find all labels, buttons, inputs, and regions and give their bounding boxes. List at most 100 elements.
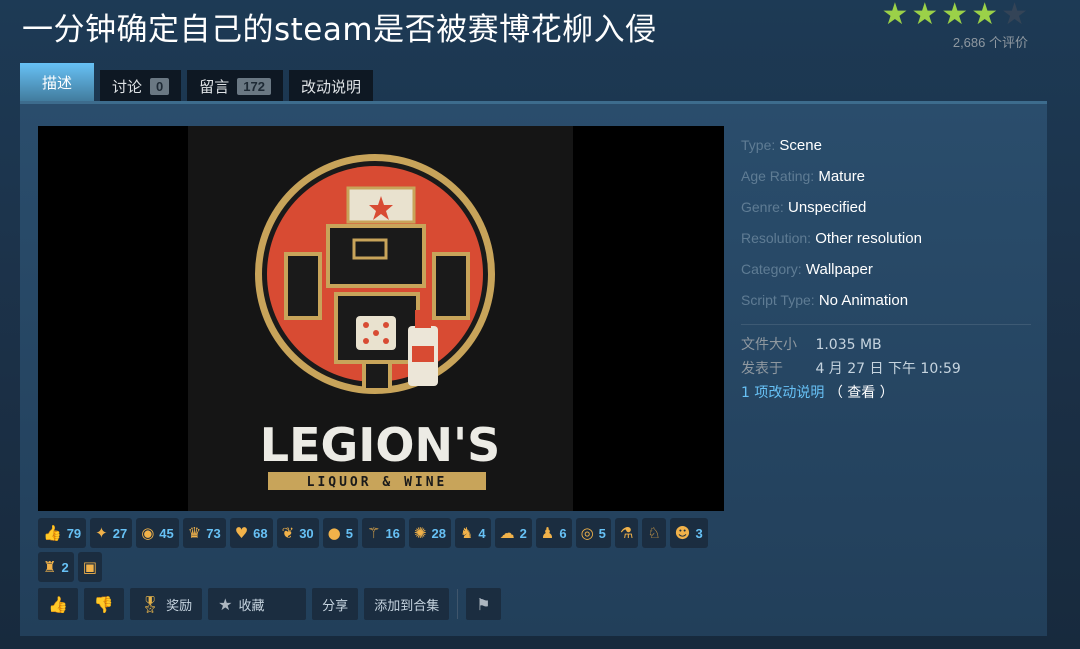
- detail-genre: Genre: Unspecified: [741, 199, 867, 216]
- award-count: 73: [206, 525, 221, 541]
- thumbs-icon: 👍: [43, 524, 62, 542]
- fish-icon: ◉: [141, 524, 155, 542]
- tab-label: 改动说明: [300, 77, 361, 96]
- awards-bar: 👍 79 ✦ 27 ◉ 45 ♛ 73 ♥ 68 ❦ 30 ● 5 ⚚ 16 ✺ 28 ♞ 4 ☁ 2 ♟ 6 ◎ 5 ⚗ ♘ ☻ 3 ♜ 2…: [38, 518, 728, 582]
- logo-subtitle: LIQUOR & WINE: [307, 475, 448, 490]
- change-notes-row: 1 项改动说明 （ 查看 ）: [741, 381, 1031, 405]
- potion-icon: ⚗: [619, 524, 634, 542]
- cat-icon: ♞: [459, 524, 474, 542]
- award-count: 2: [61, 559, 69, 575]
- award-item[interactable]: ◉ 45: [136, 518, 179, 548]
- view-link[interactable]: （ 查看 ）: [829, 385, 894, 401]
- award-count: 6: [559, 525, 567, 541]
- legion-logo-image: LEGION'S LIQUOR & WINE: [255, 154, 500, 490]
- share-button[interactable]: 分享: [312, 588, 359, 620]
- add-to-collection-button[interactable]: 添加到合集: [364, 588, 450, 620]
- fox-icon: ♘: [647, 524, 661, 542]
- cookie-icon: ●: [327, 524, 341, 542]
- logo-title: LEGION'S: [260, 418, 500, 472]
- gift-icon: ▣: [82, 558, 97, 576]
- award-item[interactable]: ♞ 4: [454, 518, 491, 548]
- award-count: 30: [299, 525, 314, 541]
- award-item[interactable]: ✦ 27: [90, 518, 133, 548]
- details-panel: Type: Scene Age Rating: Mature Genre: Un…: [741, 130, 1031, 405]
- posted-row: 发表于 4 月 27 日 下午 10:59: [741, 361, 961, 377]
- award-item[interactable]: ♛ 73: [182, 518, 226, 548]
- detail-category: Category: Wallpaper: [741, 261, 873, 278]
- rooster-icon: ♜: [43, 558, 57, 576]
- award-item[interactable]: ♟ 6: [535, 518, 572, 548]
- eye-icon: ◎: [580, 524, 594, 542]
- thumbs-down-icon: 👎: [93, 594, 114, 614]
- award-item[interactable]: ⚚ 16: [361, 518, 405, 548]
- star-icon: ★: [881, 0, 909, 32]
- flag-icon: ⚑: [476, 594, 491, 614]
- collection-label: 添加到合集: [374, 598, 440, 614]
- tab-label: 留言: [199, 77, 230, 96]
- count-badge: 0: [150, 77, 170, 95]
- favorite-button[interactable]: ★ 收藏: [208, 588, 307, 620]
- preview-image[interactable]: LEGION'S LIQUOR & WINE: [38, 126, 724, 511]
- award-item[interactable]: ⚗: [614, 518, 639, 548]
- award-count: 16: [385, 525, 400, 541]
- lips-icon: ❦: [281, 524, 295, 542]
- award-item[interactable]: ☻ 3: [669, 518, 708, 548]
- award-count: 68: [253, 525, 268, 541]
- tab-comments[interactable]: 留言 172: [187, 70, 283, 102]
- star-icon: ★: [971, 0, 999, 32]
- star-icon: ★: [911, 0, 939, 32]
- award-count: 2: [519, 525, 527, 541]
- award-item[interactable]: ✺ 28: [408, 518, 451, 548]
- wings-icon: ✦: [95, 524, 108, 542]
- detail-type: Type: Scene: [741, 137, 822, 154]
- award-count: 4: [478, 525, 486, 541]
- file-size-row: 文件大小 1.035 MB: [741, 337, 882, 353]
- brain-icon: ☁: [499, 524, 515, 542]
- page-title: 一分钟确定自己的steam是否被赛博花柳入侵: [22, 12, 657, 48]
- award-item[interactable]: ♥ 68: [229, 518, 273, 548]
- rating-stars: ★ ★ ★ ★ ★: [881, 0, 1028, 30]
- tab-discussions[interactable]: 讨论 0: [100, 70, 182, 102]
- award-item[interactable]: ◎ 5: [575, 518, 611, 548]
- tab-description[interactable]: 描述: [20, 63, 95, 102]
- main-panel: LEGION'S LIQUOR & WINE Type: Scene Age R…: [20, 101, 1047, 636]
- award-item[interactable]: ☁ 2: [494, 518, 532, 548]
- award-ribbon-icon: 🎖: [139, 594, 161, 614]
- rating-block: ★ ★ ★ ★ ★ 2,686 个评价: [881, 0, 1028, 51]
- award-item[interactable]: 👍 79: [38, 518, 87, 548]
- award-item[interactable]: ● 5: [322, 518, 358, 548]
- award-button[interactable]: 🎖 奖励: [129, 588, 203, 620]
- tab-change-notes[interactable]: 改动说明: [288, 70, 373, 102]
- divider: [457, 589, 459, 619]
- star-empty-icon: ★: [1001, 0, 1028, 32]
- divider: [741, 324, 1031, 325]
- preview-artwork: LEGION'S LIQUOR & WINE: [188, 126, 573, 511]
- rating-count: 2,686 个评价: [952, 35, 1028, 50]
- change-notes-link[interactable]: 1 项改动说明: [741, 385, 824, 401]
- favorite-label: 收藏: [238, 598, 265, 614]
- award-item[interactable]: ❦ 30: [276, 518, 319, 548]
- award-count: 27: [112, 525, 128, 541]
- award-count: 5: [345, 525, 353, 541]
- award-item[interactable]: ♘: [642, 518, 666, 548]
- rate-up-button[interactable]: 👍: [38, 588, 78, 620]
- helmet-icon: ☻: [674, 524, 691, 542]
- rate-down-button[interactable]: 👎: [83, 588, 124, 620]
- award-item[interactable]: ♜ 2: [38, 552, 74, 582]
- detail-script-type: Script Type: No Animation: [741, 292, 909, 309]
- heart-icon: ♥: [234, 524, 249, 542]
- wand-icon: ⚚: [366, 524, 381, 542]
- count-badge: 172: [237, 77, 271, 95]
- award-count: 5: [598, 525, 606, 541]
- award-label: 奖励: [166, 598, 193, 614]
- award-item[interactable]: ▣: [77, 552, 102, 582]
- star-icon: ★: [941, 0, 969, 32]
- crown-icon: ♛: [187, 524, 202, 542]
- tab-label: 讨论: [112, 77, 143, 96]
- thumbs-up-icon: 👍: [48, 594, 68, 614]
- award-count: 28: [431, 525, 446, 541]
- award-count: 3: [695, 525, 703, 541]
- report-button[interactable]: ⚑: [466, 588, 501, 620]
- share-label: 分享: [322, 598, 349, 614]
- action-bar: 👍 👎 🎖 奖励 ★ 收藏 分享 添加到合集 ⚑: [38, 588, 501, 620]
